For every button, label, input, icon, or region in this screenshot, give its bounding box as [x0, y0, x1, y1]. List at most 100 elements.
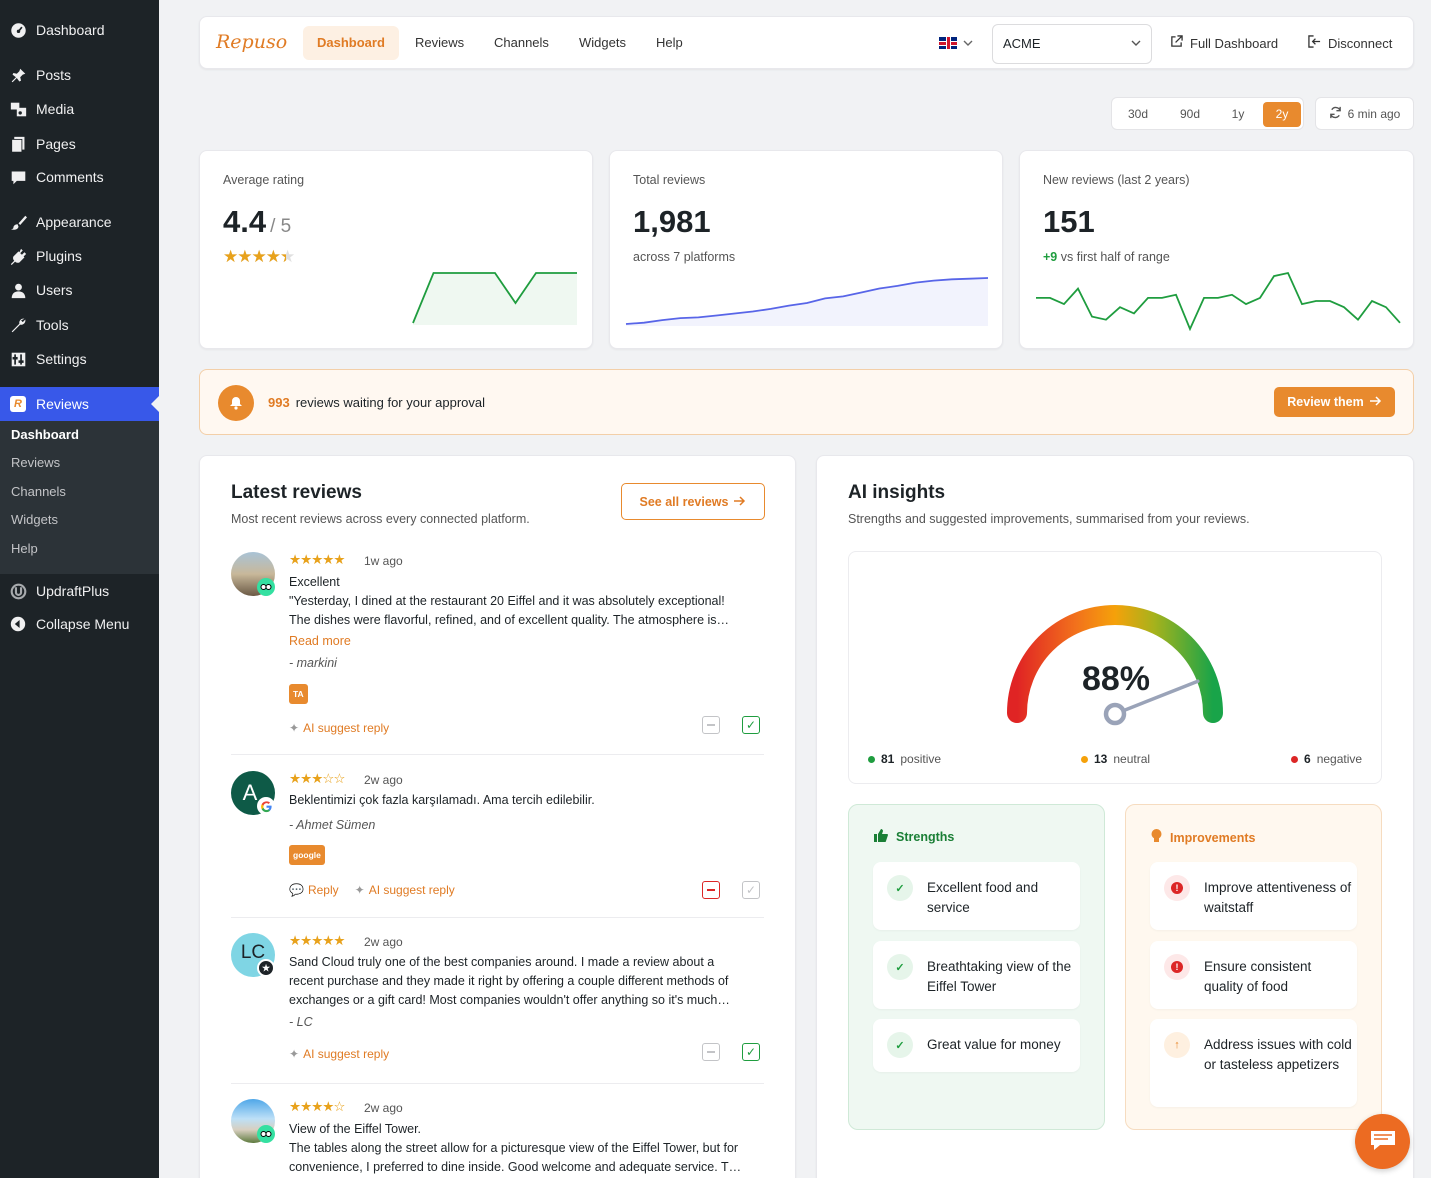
review-time: 2w ago	[364, 1101, 403, 1115]
wp-submenu-widgets[interactable]: Widgets	[0, 506, 159, 534]
nav-help[interactable]: Help	[642, 26, 697, 60]
wp-menu-posts[interactable]: Posts	[0, 58, 159, 92]
alert-icon: !	[1164, 875, 1190, 901]
stat-delta: +9	[1043, 250, 1058, 264]
platform-badge: google	[289, 845, 325, 865]
disconnect-link[interactable]: Disconnect	[1308, 17, 1392, 70]
stat-total-reviews: Total reviews 1,981 across 7 platforms	[609, 150, 1003, 349]
see-all-reviews-button[interactable]: See all reviews	[621, 483, 765, 520]
approve-checkbox[interactable]: ✓	[742, 1043, 760, 1061]
wp-menu-comments[interactable]: Comments	[0, 160, 159, 194]
range-30d[interactable]: 30d	[1118, 102, 1158, 127]
wp-submenu-dashboard[interactable]: Dashboard	[0, 421, 159, 449]
stat-label: Total reviews	[633, 173, 706, 187]
strengths-box: Strengths ✓ Excellent food and service ✓…	[848, 804, 1105, 1130]
chat-icon	[1368, 1127, 1398, 1156]
improvement-item: ! Ensure consistent quality of food	[1150, 941, 1357, 1009]
improvement-item: ! Improve attentiveness of waitstaff	[1150, 862, 1357, 930]
account-select[interactable]: ACME	[992, 24, 1152, 64]
ai-suggest-reply-button[interactable]: ✦ AI suggest reply	[289, 1047, 389, 1061]
wp-submenu-channels[interactable]: Channels	[0, 478, 159, 506]
review-time: 2w ago	[364, 773, 403, 787]
wp-menu-reviews[interactable]: R Reviews	[0, 387, 159, 421]
rating-stars: ★★★★★	[289, 933, 346, 948]
sparkline-area	[1036, 273, 1400, 331]
divider	[231, 754, 764, 755]
approve-checkbox[interactable]: ✓	[742, 716, 760, 734]
read-more-link[interactable]: Read more	[289, 634, 351, 648]
sync-button[interactable]: 6 min ago	[1315, 97, 1414, 130]
reject-checkbox[interactable]	[702, 1043, 720, 1061]
approve-checkbox[interactable]: ✓	[742, 881, 760, 899]
review-actions: 💬 Reply ✦ AI suggest reply	[289, 883, 455, 897]
strengths-title: Strengths	[874, 829, 954, 845]
language-chevron-down-icon[interactable]	[963, 36, 973, 51]
range-90d[interactable]: 90d	[1170, 102, 1210, 127]
improvement-item: ↑ Address issues with cold or tasteless …	[1150, 1019, 1357, 1107]
wp-menu-plugins[interactable]: Plugins	[0, 239, 159, 273]
nav-dashboard[interactable]: Dashboard	[303, 26, 399, 60]
wp-menu-pages[interactable]: Pages	[0, 127, 159, 161]
ai-suggest-reply-button[interactable]: ✦ AI suggest reply	[355, 883, 455, 897]
arrow-up-icon: ↑	[1164, 1032, 1190, 1058]
user-icon	[9, 281, 27, 299]
wp-menu-appearance[interactable]: Appearance	[0, 205, 159, 239]
wp-menu-updraftplus[interactable]: UpdraftPlus	[0, 574, 159, 608]
latest-reviews-panel: Latest reviews Most recent reviews acros…	[199, 455, 796, 1178]
nav-widgets[interactable]: Widgets	[565, 26, 640, 60]
logout-icon	[1308, 17, 1321, 70]
stat-label: Average rating	[223, 173, 305, 187]
tripadvisor-icon	[257, 1125, 275, 1143]
improvements-box: Improvements ! Improve attentiveness of …	[1125, 804, 1382, 1130]
sentiment-gauge-card: 88% 81 positive 13 neutral 6 negative	[848, 551, 1382, 784]
platform-badge: TA	[289, 684, 308, 704]
review-title: Excellent	[289, 575, 340, 589]
wp-admin-sidebar: Dashboard Posts Media Pages Comments App…	[0, 0, 159, 1178]
tripadvisor-icon	[257, 578, 275, 596]
rating-stars: ★★★★★	[289, 552, 346, 567]
refresh-icon	[1329, 106, 1342, 122]
gauge-score: 88%	[1081, 660, 1151, 698]
wp-menu-collapse[interactable]: Collapse Menu	[0, 607, 159, 641]
legend-neutral: 13 neutral	[1081, 752, 1150, 766]
wp-menu-dashboard[interactable]: Dashboard	[0, 13, 159, 47]
alert-icon: !	[1164, 954, 1190, 980]
review-them-button[interactable]: Review them	[1274, 387, 1395, 417]
review-text: Beklentimizi çok fazla karşılamadı. Ama …	[289, 793, 595, 807]
plug-icon	[9, 247, 27, 265]
wp-menu-settings[interactable]: Settings	[0, 342, 159, 376]
reject-checkbox[interactable]	[702, 881, 720, 899]
repuso-logo[interactable]: Repuso	[216, 31, 287, 53]
dashboard-icon	[9, 21, 27, 39]
review-author: - LC	[289, 1015, 313, 1029]
uk-flag-icon[interactable]	[939, 37, 957, 49]
nav-reviews[interactable]: Reviews	[401, 26, 478, 60]
full-dashboard-link[interactable]: Full Dashboard	[1170, 17, 1278, 70]
reply-button[interactable]: 💬 Reply	[289, 883, 339, 897]
review-text: The tables along the street allow for a …	[289, 1141, 742, 1174]
arrow-right-icon	[734, 495, 746, 509]
bell-icon	[218, 385, 254, 421]
panel-description: Most recent reviews across every connect…	[231, 512, 530, 526]
pin-icon	[9, 66, 27, 84]
legend-negative: 6 negative	[1291, 752, 1362, 766]
review-actions: ✦ AI suggest reply	[289, 1047, 389, 1061]
wp-submenu-reviews[interactable]: Reviews	[0, 449, 159, 477]
range-1y[interactable]: 1y	[1221, 102, 1255, 127]
reject-checkbox[interactable]	[702, 716, 720, 734]
wp-submenu-help[interactable]: Help	[0, 535, 159, 563]
nav-channels[interactable]: Channels	[480, 26, 563, 60]
stat-new-reviews: New reviews (last 2 years) 151 +9 vs fir…	[1019, 150, 1414, 349]
sparkles-icon: ✦	[289, 1047, 300, 1061]
wp-menu-tools[interactable]: Tools	[0, 308, 159, 342]
review-title: View of the Eiffel Tower.	[289, 1122, 422, 1136]
chat-widget-button[interactable]	[1355, 1114, 1410, 1169]
review-time: 1w ago	[364, 554, 403, 568]
ai-suggest-reply-button[interactable]: ✦ AI suggest reply	[289, 721, 389, 735]
wp-menu-users[interactable]: Users	[0, 273, 159, 307]
wp-menu-media[interactable]: Media	[0, 92, 159, 126]
stat-value: 4.4/ 5	[223, 204, 292, 239]
sentiment-gauge	[1007, 605, 1223, 726]
sparkles-icon: ✦	[354, 883, 365, 897]
range-2y[interactable]: 2y	[1263, 102, 1301, 127]
